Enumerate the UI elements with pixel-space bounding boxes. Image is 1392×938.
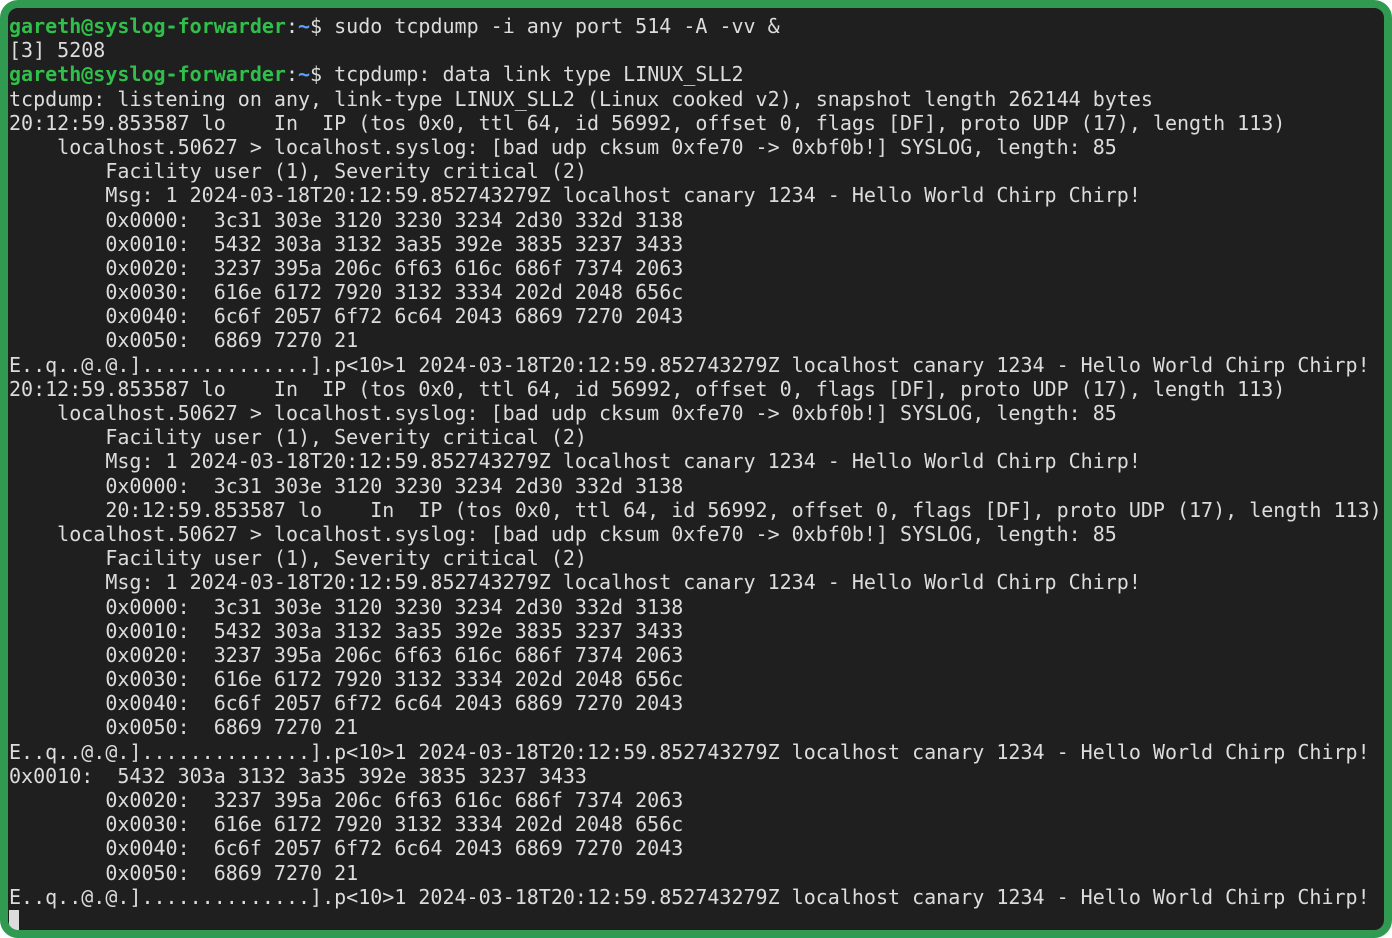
output-line: 0x0000: 3c31 303e 3120 3230 3234 2d30 33…	[9, 208, 1384, 232]
output-line: tcpdump: listening on any, link-type LIN…	[9, 87, 1384, 111]
output-line: 0x0040: 6c6f 2057 6f72 6c64 2043 6869 72…	[9, 304, 1384, 328]
line-text: localhost.50627 > localhost.syslog: [bad…	[9, 401, 1117, 425]
line-text: localhost.50627 > localhost.syslog: [bad…	[9, 134, 1117, 159]
prompt-separator: :	[285, 62, 298, 87]
line-text: E..q..@.@.]..............].p<10>1 2024-0…	[9, 884, 1370, 909]
terminal-output[interactable]: gareth@syslog-forwarder:~$ sudo tcpdump …	[8, 14, 1384, 930]
output-line: Facility user (1), Severity critical (2)	[9, 425, 1384, 449]
output-line: 0x0050: 6869 7270 21	[9, 328, 1384, 352]
output-line: localhost.50627 > localhost.syslog: [bad…	[9, 522, 1384, 546]
line-text: 0x0050: 6869 7270 21	[9, 328, 359, 353]
output-line: 0x0050: 6869 7270 21	[9, 861, 1384, 885]
output-line: 20:12:59.853587 lo In IP (tos 0x0, ttl 6…	[9, 111, 1384, 135]
line-text: 0x0050: 6869 7270 21	[9, 860, 359, 885]
line-text: 20:12:59.853587 lo In IP (tos 0x0, ttl 6…	[9, 497, 1382, 522]
line-text: 0x0020: 3237 395a 206c 6f63 616c 686f 73…	[9, 788, 684, 812]
prompt-line: gareth@syslog-forwarder:~$ tcpdump: data…	[9, 62, 1384, 86]
output-line: 0x0020: 3237 395a 206c 6f63 616c 686f 73…	[9, 256, 1384, 280]
output-line: localhost.50627 > localhost.syslog: [bad…	[9, 401, 1384, 425]
output-line: E..q..@.@.]..............].p<10>1 2024-0…	[9, 740, 1384, 764]
output-line: 20:12:59.853587 lo In IP (tos 0x0, ttl 6…	[9, 377, 1384, 401]
line-text: 0x0020: 3237 395a 206c 6f63 616c 686f 73…	[9, 642, 684, 667]
output-line: Msg: 1 2024-03-18T20:12:59.852743279Z lo…	[9, 570, 1384, 594]
prompt-user-host: gareth@syslog-forwarder	[9, 62, 286, 87]
output-line: Msg: 1 2024-03-18T20:12:59.852743279Z lo…	[9, 449, 1384, 473]
line-text: 0x0040: 6c6f 2057 6f72 6c64 2043 6869 72…	[9, 836, 684, 861]
line-text: 0x0030: 616e 6172 7920 3132 3334 202d 20…	[9, 667, 684, 692]
output-line: 0x0020: 3237 395a 206c 6f63 616c 686f 73…	[9, 643, 1384, 667]
line-text: Facility user (1), Severity critical (2)	[9, 546, 587, 571]
line-text: E..q..@.@.]..............].p<10>1 2024-0…	[9, 352, 1370, 377]
output-line: 0x0040: 6c6f 2057 6f72 6c64 2043 6869 72…	[9, 691, 1384, 715]
line-text: 0x0000: 3c31 303e 3120 3230 3234 2d30 33…	[9, 207, 684, 232]
prompt-symbol: $	[310, 62, 323, 87]
prompt-line: gareth@syslog-forwarder:~$ sudo tcpdump …	[9, 14, 1384, 38]
output-line: E..q..@.@.]..............].p<10>1 2024-0…	[9, 353, 1384, 377]
output-line: Msg: 1 2024-03-18T20:12:59.852743279Z lo…	[9, 183, 1384, 207]
line-text: 0x0030: 616e 6172 7920 3132 3334 202d 20…	[9, 812, 684, 837]
line-text: sudo tcpdump -i any port 514 -A -vv &	[322, 14, 780, 38]
line-text: 0x0000: 3c31 303e 3120 3230 3234 2d30 33…	[9, 473, 684, 498]
output-line: 0x0000: 3c31 303e 3120 3230 3234 2d30 33…	[9, 595, 1384, 619]
output-line: 0x0020: 3237 395a 206c 6f63 616c 686f 73…	[9, 788, 1384, 812]
output-line: Facility user (1), Severity critical (2)	[9, 546, 1384, 570]
output-line: 0x0030: 616e 6172 7920 3132 3334 202d 20…	[9, 812, 1384, 836]
line-text: tcpdump: data link type LINUX_SLL2	[322, 62, 744, 87]
line-text: 0x0040: 6c6f 2057 6f72 6c64 2043 6869 72…	[9, 691, 684, 716]
output-line: 0x0030: 616e 6172 7920 3132 3334 202d 20…	[9, 280, 1384, 304]
line-text: 20:12:59.853587 lo In IP (tos 0x0, ttl 6…	[9, 376, 1286, 401]
line-text: 20:12:59.853587 lo In IP (tos 0x0, ttl 6…	[9, 110, 1286, 135]
output-line: 20:12:59.853587 lo In IP (tos 0x0, ttl 6…	[9, 498, 1384, 522]
prompt-path: ~	[298, 62, 311, 87]
prompt-separator: :	[285, 14, 298, 38]
output-line: E..q..@.@.]..............].p<10>1 2024-0…	[9, 885, 1384, 909]
prompt-path: ~	[298, 14, 311, 38]
line-text: tcpdump: listening on any, link-type LIN…	[9, 86, 1153, 111]
output-line: 0x0010: 5432 303a 3132 3a35 392e 3835 32…	[9, 232, 1384, 256]
terminal-window: gareth@syslog-forwarder:~$ sudo tcpdump …	[0, 0, 1392, 938]
line-text: 0x0000: 3c31 303e 3120 3230 3234 2d30 33…	[9, 594, 684, 619]
line-text: Facility user (1), Severity critical (2)	[9, 425, 587, 450]
output-line: 0x0010: 5432 303a 3132 3a35 392e 3835 32…	[9, 619, 1384, 643]
cursor-line	[9, 909, 1384, 930]
line-text: 0x0040: 6c6f 2057 6f72 6c64 2043 6869 72…	[9, 304, 684, 329]
prompt-symbol: $	[310, 14, 323, 38]
line-text: 0x0020: 3237 395a 206c 6f63 616c 686f 73…	[9, 255, 684, 280]
text-cursor	[9, 909, 19, 930]
output-line: [3] 5208	[9, 38, 1384, 62]
output-line: 0x0030: 616e 6172 7920 3132 3334 202d 20…	[9, 667, 1384, 691]
line-text: Facility user (1), Severity critical (2)	[9, 159, 587, 184]
line-text: 0x0010: 5432 303a 3132 3a35 392e 3835 32…	[9, 618, 684, 643]
output-line: 0x0040: 6c6f 2057 6f72 6c64 2043 6869 72…	[9, 836, 1384, 860]
output-line: 0x0000: 3c31 303e 3120 3230 3234 2d30 33…	[9, 474, 1384, 498]
line-text: 0x0050: 6869 7270 21	[9, 715, 359, 740]
line-text: E..q..@.@.]..............].p<10>1 2024-0…	[9, 739, 1370, 764]
output-line: Facility user (1), Severity critical (2)	[9, 159, 1384, 183]
line-text: Msg: 1 2024-03-18T20:12:59.852743279Z lo…	[9, 449, 1141, 474]
line-text: Msg: 1 2024-03-18T20:12:59.852743279Z lo…	[9, 570, 1141, 595]
line-text: [3] 5208	[9, 38, 106, 63]
line-text: Msg: 1 2024-03-18T20:12:59.852743279Z lo…	[9, 183, 1141, 208]
line-text: localhost.50627 > localhost.syslog: [bad…	[9, 521, 1117, 546]
line-text: 0x0030: 616e 6172 7920 3132 3334 202d 20…	[9, 280, 684, 305]
output-line: 0x0050: 6869 7270 21	[9, 715, 1384, 739]
output-line: 0x0010: 5432 303a 3132 3a35 392e 3835 32…	[9, 764, 1384, 788]
prompt-user-host: gareth@syslog-forwarder	[9, 14, 286, 38]
line-text: 0x0010: 5432 303a 3132 3a35 392e 3835 32…	[9, 231, 684, 256]
line-text: 0x0010: 5432 303a 3132 3a35 392e 3835 32…	[9, 763, 587, 788]
output-line: localhost.50627 > localhost.syslog: [bad…	[9, 135, 1384, 159]
